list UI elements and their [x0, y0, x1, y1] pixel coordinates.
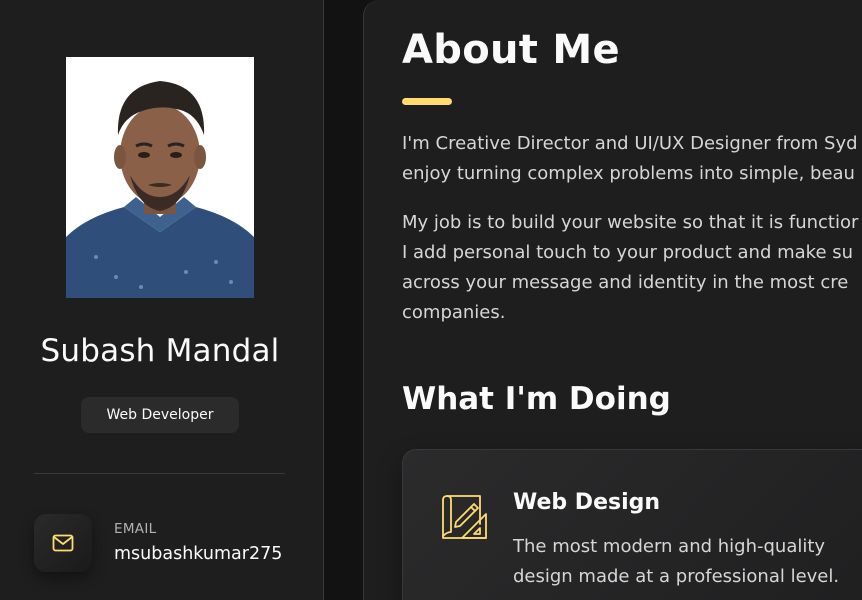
title-underline [402, 98, 452, 105]
page: Subash Mandal Web Developer EMAIL msubas… [0, 0, 862, 600]
about-paragraph-2-line-2: I add personal touch to your product and… [402, 242, 854, 263]
layout-gap [325, 0, 363, 600]
page-title: About Me [402, 27, 620, 73]
about-paragraph-1-line-2: enjoy turning complex problems into simp… [402, 163, 855, 184]
mail-icon [52, 534, 74, 552]
main-content: About Me I'm Creative Director and UI/UX… [363, 0, 862, 600]
contact-label: EMAIL [114, 521, 157, 537]
design-icon [442, 495, 487, 539]
profile-photo [66, 57, 254, 298]
profile-name: Subash Mandal [40, 333, 280, 369]
about-paragraph-2-line-4: companies. [402, 302, 506, 323]
sidebar: Subash Mandal Web Developer EMAIL msubas… [0, 0, 324, 600]
about-paragraph-2-line-1: My job is to build your website so that … [402, 212, 859, 233]
service-card: Web Design The most modern and high-qual… [402, 449, 862, 600]
service-description-line-1: The most modern and high-quality [513, 536, 826, 557]
about-paragraph-1-line-1: I'm Creative Director and UI/UX Designer… [402, 133, 858, 154]
service-title: Web Design [513, 490, 661, 515]
email-link[interactable]: msubashkumar275 [114, 544, 282, 564]
avatar [66, 57, 254, 298]
service-description: The most modern and high-quality design … [513, 532, 839, 592]
contact-icon-box [34, 514, 92, 572]
separator [34, 473, 285, 474]
about-paragraph-2-line-3: across your message and identity in the … [402, 272, 849, 293]
services-heading: What I'm Doing [402, 381, 671, 417]
service-description-line-2: design made at a professional level. [513, 566, 840, 587]
profile-title-badge: Web Developer [81, 397, 239, 433]
